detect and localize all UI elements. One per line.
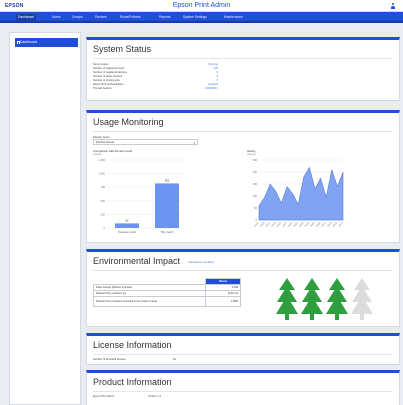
calculation-condition-link[interactable]: Calculation condition xyxy=(188,260,214,264)
y-tick-label: 200 xyxy=(253,170,258,174)
sidebar-item-dashboard[interactable]: Dashboard xyxy=(15,38,78,47)
nav-rules-policies[interactable]: Rules/Policies xyxy=(118,14,143,21)
sidebar: Dashboard xyxy=(9,32,81,405)
table-row: Reduced CO₂ emissions converted to the n… xyxy=(93,296,241,307)
environmental-impact-panel: Environmental Impact Calculation conditi… xyxy=(86,249,400,327)
top-bar: EPSON Epson Print Admin xyxy=(0,0,403,12)
product-information-panel: Product Information Epson Print Admin Ve… xyxy=(86,370,400,405)
y-tick-label: 500 xyxy=(101,199,106,203)
display-items-select[interactable]: Printed sheets ▾ xyxy=(93,139,198,145)
y-tick-label: 250 xyxy=(253,158,258,162)
nav-users[interactable]: Users xyxy=(50,14,63,21)
usage-monitoring-panel: Usage Monitoring Display items Printed s… xyxy=(86,110,400,243)
tree-icon xyxy=(301,278,323,320)
history-area-chart: 25020015010050004/17 04/19 04/21 04/23 04/25… xyxy=(253,158,345,228)
bar xyxy=(115,223,139,228)
environmental-impact-table: Sheets Paper savings (Number of sheets) 2… xyxy=(93,278,241,307)
x-tick-label: 05/09 xyxy=(316,222,322,228)
section-title: Usage Monitoring xyxy=(93,117,164,127)
divider xyxy=(93,58,393,59)
bar xyxy=(155,183,179,228)
y-tick-label: 250 xyxy=(101,212,106,216)
y-tick-label: 100 xyxy=(253,194,258,198)
y-tick-label: 150 xyxy=(253,182,258,186)
nav-dashboard[interactable]: Dashboard xyxy=(16,14,37,21)
chevron-down-icon: ▾ xyxy=(193,141,195,145)
nav-devices[interactable]: Devices xyxy=(93,14,109,21)
nav-reports[interactable]: Reports xyxy=(157,14,173,21)
tree-icons xyxy=(276,278,373,320)
divider xyxy=(93,131,393,132)
tree-icon xyxy=(351,278,373,320)
license-row: Number of activated devices 20 xyxy=(93,358,176,361)
nav-maintenance[interactable]: Maintenance xyxy=(222,14,245,21)
bar-value-label: 85 xyxy=(126,218,129,222)
product-row: Epson Print Admin Version 1.1 xyxy=(93,395,161,398)
nav-groups[interactable]: Groups xyxy=(70,14,85,21)
main-nav: Dashboard Users Groups Devices Rules/Pol… xyxy=(0,12,403,23)
y-tick-label: 0 xyxy=(256,218,258,222)
y-tick-label: 750 xyxy=(101,185,106,189)
license-information-panel: License Information Number of activated … xyxy=(86,333,400,365)
home-icon xyxy=(16,41,20,44)
sidebar-item-label: Dashboard xyxy=(20,40,38,44)
x-tick-label: This month xyxy=(161,230,174,234)
divider xyxy=(93,354,393,355)
section-title: Environmental Impact xyxy=(93,256,181,266)
x-tick-label: Previous month xyxy=(118,230,137,234)
y-tick-label: 1,000 xyxy=(99,172,106,176)
section-title: Product Information xyxy=(93,377,172,387)
divider xyxy=(93,391,393,392)
app-title: Epson Print Admin xyxy=(172,2,231,9)
user-icon[interactable] xyxy=(390,3,395,9)
nav-system-settings[interactable]: System Settings xyxy=(181,14,209,21)
y-tick-label: 50 xyxy=(254,206,257,210)
section-title: License Information xyxy=(93,340,172,350)
tree-icon xyxy=(326,278,348,320)
section-title: System Status xyxy=(93,44,152,54)
comparison-bar-chart: 1,250 1,000 750 500 250 0 85 Previous month 820 T… xyxy=(99,158,187,234)
x-tick-label: 05/17 xyxy=(338,222,344,228)
y-tick-label: 1,250 xyxy=(99,158,106,162)
bar-value-label: 820 xyxy=(165,178,170,182)
system-status-panel: System Status Server status Running Numbe… xyxy=(86,37,400,101)
y-tick-label: 0 xyxy=(104,226,106,230)
divider xyxy=(93,270,393,271)
tree-icon xyxy=(276,278,298,320)
history-area-series xyxy=(258,166,344,221)
status-row: The last backup 2016/05/17 xyxy=(93,87,218,90)
